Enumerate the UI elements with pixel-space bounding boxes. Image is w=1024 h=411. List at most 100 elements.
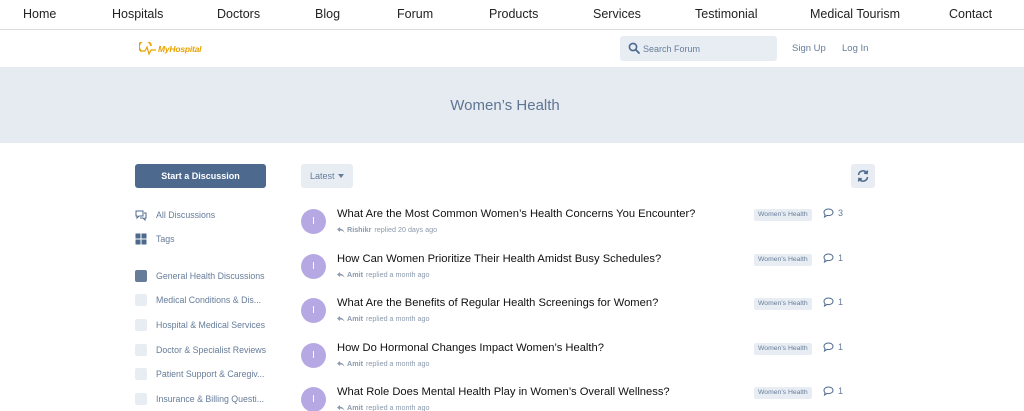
refresh-button[interactable] [851, 164, 875, 188]
search-icon [628, 42, 640, 54]
reply-count-value: 3 [838, 208, 844, 218]
reply-time: replied a month ago [365, 314, 430, 323]
discussion-meta: Rishikr replied 20 days ago [337, 225, 437, 234]
sort-dropdown[interactable]: Latest [301, 164, 353, 188]
reply-time: replied a month ago [365, 270, 430, 279]
tag-badge[interactable]: Women’s Health [754, 343, 812, 355]
start-discussion-button[interactable]: Start a Discussion [135, 164, 266, 188]
sort-label: Latest [310, 171, 335, 181]
discussion-title[interactable]: What Are the Most Common Women’s Health … [337, 208, 695, 220]
avatar[interactable]: I [301, 343, 326, 368]
comment-icon [823, 297, 834, 307]
discussion-title[interactable]: How Can Women Prioritize Their Health Am… [337, 253, 661, 265]
tag-color-swatch [135, 368, 147, 380]
tag-badge[interactable]: Women’s Health [754, 209, 812, 221]
reply-icon [337, 271, 345, 278]
reply-username[interactable]: Rishikr [347, 225, 371, 234]
reply-time: replied a month ago [365, 403, 430, 411]
discussion-meta: Amit replied a month ago [337, 403, 430, 411]
reply-username[interactable]: Amit [347, 270, 363, 279]
chevron-down-icon [338, 174, 344, 178]
nav-home[interactable]: Home [23, 7, 56, 21]
reply-count: 1 [823, 297, 843, 307]
sidebar-tag-patient-support[interactable]: Patient Support & Caregiv... [135, 366, 264, 382]
comment-icon [823, 342, 834, 352]
nav-blog[interactable]: Blog [315, 7, 340, 21]
grid-icon [135, 233, 147, 245]
nav-doctors[interactable]: Doctors [217, 7, 260, 21]
sidebar-item-label: All Discussions [156, 210, 216, 220]
nav-products[interactable]: Products [489, 7, 538, 21]
reply-icon [337, 315, 345, 322]
reply-count-value: 1 [838, 297, 844, 307]
discussion-item[interactable]: I What Are the Benefits of Regular Healt… [301, 296, 861, 336]
comment-icon [823, 208, 834, 218]
reply-time: replied a month ago [365, 359, 430, 368]
sidebar-item-label: General Health Discussions [156, 271, 265, 281]
reply-count: 1 [823, 386, 843, 396]
nav-contact[interactable]: Contact [949, 7, 992, 21]
reply-count: 3 [823, 208, 843, 218]
reply-count: 1 [823, 253, 843, 263]
sidebar-item-label: Medical Conditions & Dis... [156, 295, 262, 305]
sidebar-tag-general-health[interactable]: General Health Discussions [135, 268, 265, 284]
sidebar-item-label: Insurance & Billing Questi... [156, 394, 265, 404]
sidebar-tag-doctor-reviews[interactable]: Doctor & Specialist Reviews [135, 342, 266, 358]
forum-header: MyHospital Sign Up Log In [0, 31, 1024, 67]
discussion-title[interactable]: What Are the Benefits of Regular Health … [337, 297, 658, 309]
discussion-title[interactable]: What Role Does Mental Health Play in Wom… [337, 386, 670, 398]
search-box[interactable] [620, 36, 777, 61]
log-in-link[interactable]: Log In [842, 43, 868, 54]
reply-icon [337, 404, 345, 411]
avatar[interactable]: I [301, 209, 326, 234]
reply-username[interactable]: Amit [347, 314, 363, 323]
reply-count-value: 1 [838, 253, 844, 263]
sidebar-tag-medical-conditions[interactable]: Medical Conditions & Dis... [135, 292, 261, 308]
reply-icon [337, 360, 345, 367]
reply-time: replied 20 days ago [374, 225, 438, 234]
tag-color-swatch [135, 294, 147, 306]
nav-services[interactable]: Services [593, 7, 641, 21]
tag-badge[interactable]: Women’s Health [754, 298, 812, 310]
sign-up-link[interactable]: Sign Up [792, 43, 826, 54]
discussion-item[interactable]: I How Can Women Prioritize Their Health … [301, 252, 861, 292]
heartbeat-logo-icon [139, 42, 156, 56]
avatar[interactable]: I [301, 298, 326, 323]
comment-icon [823, 386, 834, 396]
nav-medical-tourism[interactable]: Medical Tourism [810, 7, 900, 21]
search-input[interactable] [643, 36, 773, 61]
reply-username[interactable]: Amit [347, 359, 363, 368]
tag-hero: Women’s Health [0, 67, 1024, 143]
sidebar-item-tags[interactable]: Tags [135, 231, 175, 247]
reply-count: 1 [823, 342, 843, 352]
sidebar-tag-insurance-billing[interactable]: Insurance & Billing Questi... [135, 391, 264, 407]
site-logo[interactable]: MyHospital [139, 40, 202, 58]
sidebar-item-all-discussions[interactable]: All Discussions [135, 207, 215, 223]
logo-text: MyHospital [158, 44, 202, 54]
chat-bubbles-icon [135, 210, 147, 221]
nav-hospitals[interactable]: Hospitals [112, 7, 163, 21]
sidebar-item-label: Hospital & Medical Services [156, 320, 266, 330]
reply-count-value: 1 [838, 342, 844, 352]
discussion-meta: Amit replied a month ago [337, 359, 430, 368]
discussion-item[interactable]: I How Do Hormonal Changes Impact Women’s… [301, 341, 861, 381]
nav-testimonial[interactable]: Testimonial [695, 7, 758, 21]
tag-color-swatch [135, 270, 147, 282]
reply-username[interactable]: Amit [347, 403, 363, 411]
reply-count-value: 1 [838, 386, 844, 396]
tag-badge[interactable]: Women’s Health [754, 254, 812, 266]
sidebar-tag-hospital-services[interactable]: Hospital & Medical Services [135, 317, 265, 333]
page-title: Women’s Health [450, 97, 560, 114]
discussion-item[interactable]: I What Role Does Mental Health Play in W… [301, 385, 861, 411]
tag-color-swatch [135, 319, 147, 331]
comment-icon [823, 253, 834, 263]
refresh-icon [857, 170, 869, 182]
sidebar-item-label: Tags [156, 234, 175, 244]
discussion-item[interactable]: I What Are the Most Common Women’s Healt… [301, 207, 861, 247]
tag-badge[interactable]: Women’s Health [754, 387, 812, 399]
discussion-title[interactable]: How Do Hormonal Changes Impact Women’s H… [337, 342, 604, 354]
avatar[interactable]: I [301, 254, 326, 279]
top-nav: Home Hospitals Doctors Blog Forum Produc… [0, 0, 1024, 30]
avatar[interactable]: I [301, 387, 326, 411]
nav-forum[interactable]: Forum [397, 7, 433, 21]
